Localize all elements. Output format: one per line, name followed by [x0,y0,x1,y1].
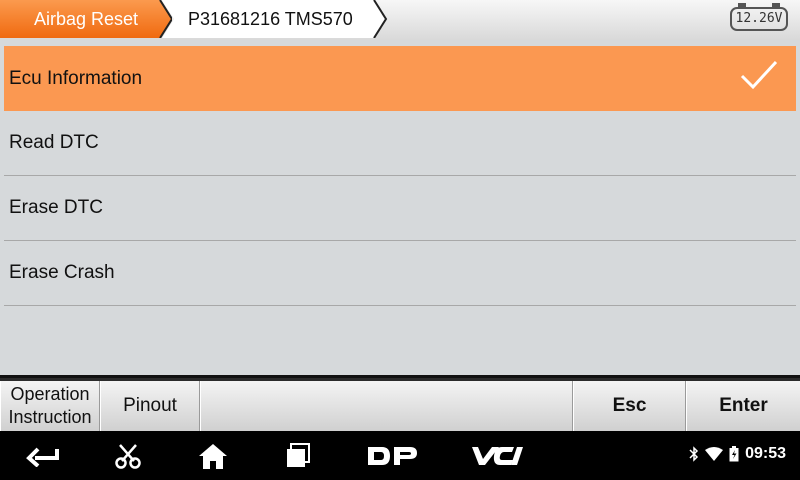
menu-item-label: Ecu Information [9,67,143,89]
home-icon[interactable] [198,442,228,470]
menu-item-label: Erase Crash [9,262,115,283]
breadcrumb-airbag-reset[interactable]: Airbag Reset [0,0,172,38]
breadcrumb-label: Airbag Reset [34,9,139,29]
menu-item-label: Read DTC [9,132,99,153]
operation-label-line2: Instruction [8,407,92,427]
menu-item-ecu-information[interactable]: Ecu Information [4,46,796,111]
operation-instruction-button[interactable]: Operation Instruction [0,381,100,431]
operation-label-line1: Operation [10,384,90,404]
status-area: 09:53 [689,445,786,463]
function-bar: Operation Instruction Pinout Esc Enter [0,381,800,431]
battery-icon [729,446,739,462]
breadcrumb-ecu[interactable]: P31681216 TMS570 [162,0,388,38]
function-bar-spacer [200,381,573,431]
enter-button[interactable]: Enter [686,381,800,431]
recent-apps-icon[interactable] [285,443,311,469]
pinout-label: Pinout [123,395,177,416]
dp-icon[interactable] [366,445,418,467]
menu-item-label: Erase DTC [9,197,103,218]
vci-icon[interactable] [470,445,526,467]
wifi-icon [705,447,724,461]
menu-item-read-dtc[interactable]: Read DTC [4,111,796,176]
system-nav-bar: 09:53 [0,431,800,480]
battery-voltage-indicator: 12.26V [730,3,788,31]
menu-item-erase-dtc[interactable]: Erase DTC [4,176,796,241]
breadcrumb-bar: Airbag Reset P31681216 TMS570 12.26V [0,0,800,41]
pinout-button[interactable]: Pinout [100,381,200,431]
back-icon[interactable] [26,445,60,467]
status-time: 09:53 [745,445,786,462]
esc-label: Esc [612,395,647,416]
menu-list: Ecu Information Read DTC Erase DTC Erase… [4,46,796,306]
esc-button[interactable]: Esc [573,381,686,431]
scissors-icon[interactable] [114,443,142,469]
bluetooth-icon [689,446,699,462]
menu-item-erase-crash[interactable]: Erase Crash [4,241,796,306]
checkmark-icon [740,60,778,90]
breadcrumb-label: P31681216 TMS570 [188,9,353,29]
enter-label: Enter [719,395,768,416]
menu-panel: Ecu Information Read DTC Erase DTC Erase… [0,40,800,378]
